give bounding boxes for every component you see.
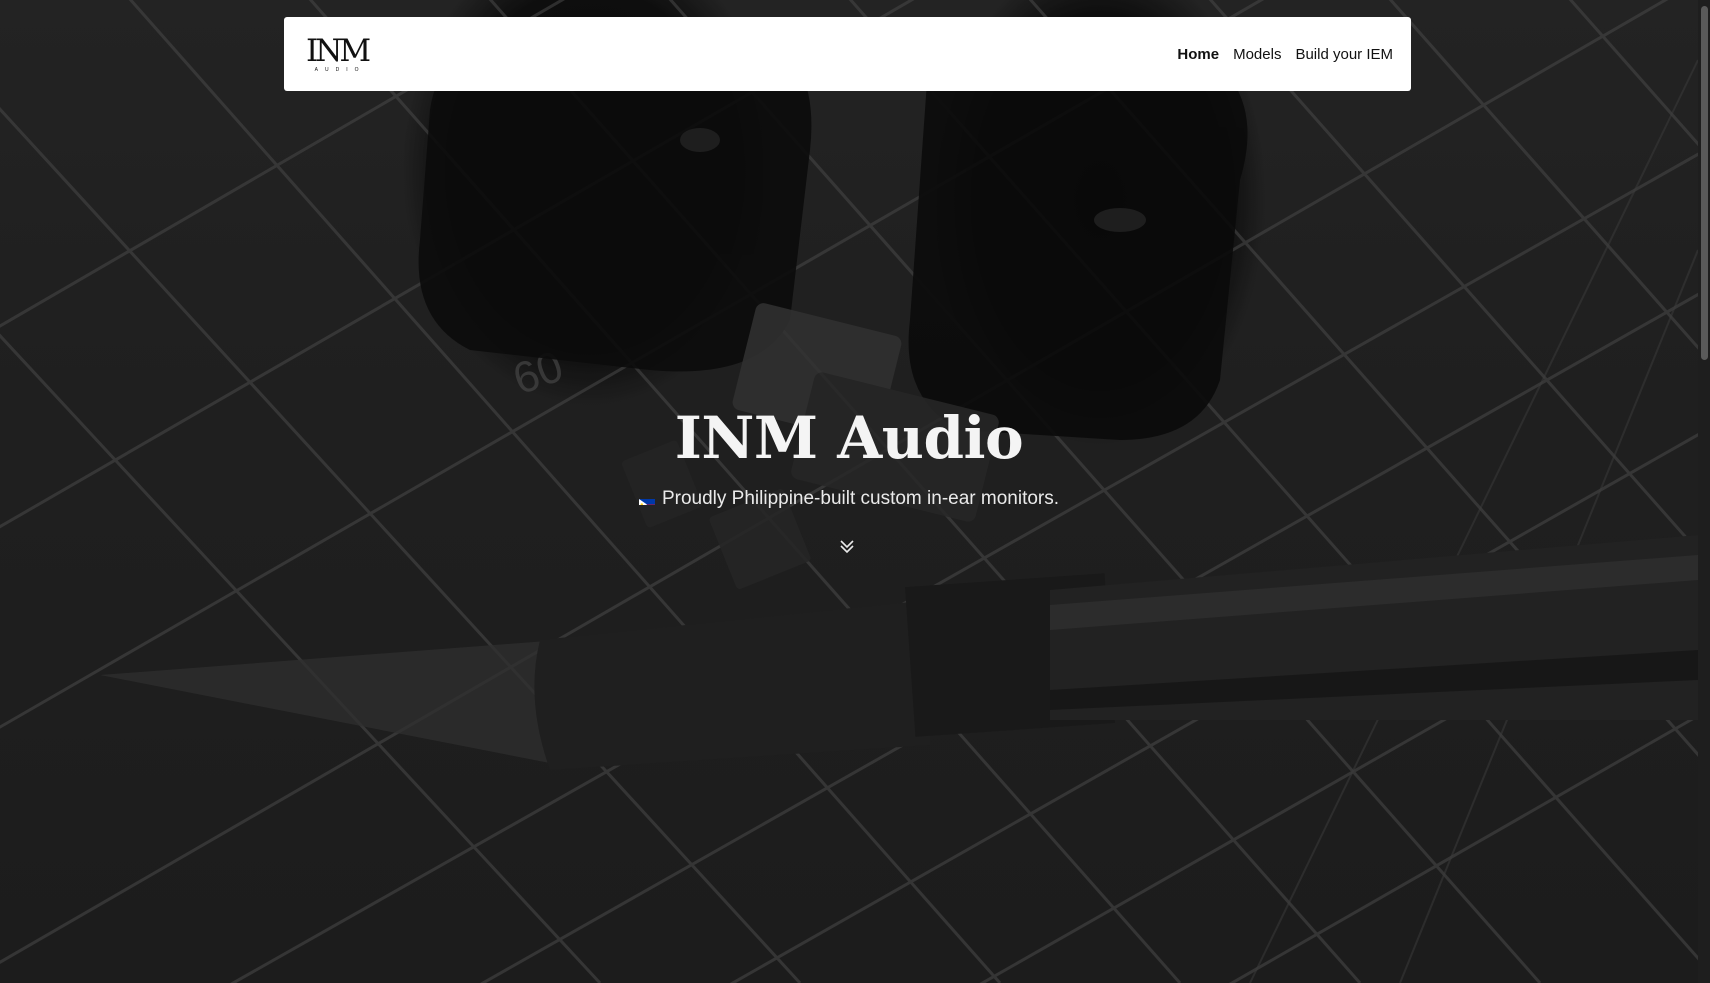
philippines-flag-icon (638, 494, 655, 505)
nav-link-build-your-iem[interactable]: Build your IEM (1295, 46, 1393, 63)
browser-viewport: 60 INM AUDIO Home Models Build your IEM … (0, 0, 1710, 983)
hero-subtitle-text: Proudly Philippine-built custom in-ear m… (661, 488, 1060, 509)
nav-link-models[interactable]: Models (1233, 46, 1281, 63)
logo-wordmark: INM (306, 32, 371, 69)
nav-link-home[interactable]: Home (1177, 46, 1219, 63)
page-scrollbar[interactable] (1698, 0, 1710, 983)
hero-subtitle-row: Proudly Philippine-built custom in-ear m… (0, 488, 1698, 510)
hero-title: INM Audio (674, 404, 1024, 472)
nav-links: Home Models Build your IEM (1177, 46, 1393, 63)
scrollbar-thumb[interactable] (1701, 6, 1708, 360)
double-chevron-down-icon[interactable] (838, 538, 856, 556)
site-logo[interactable]: INM AUDIO (306, 32, 371, 73)
site-navbar: INM AUDIO Home Models Build your IEM (284, 17, 1411, 91)
logo-subtext: AUDIO (314, 66, 366, 73)
